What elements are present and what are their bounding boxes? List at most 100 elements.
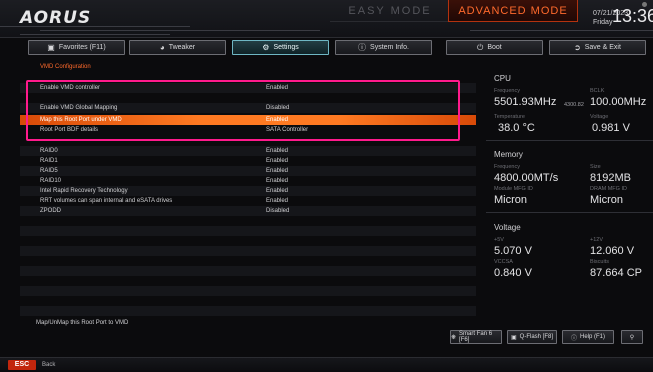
empty-row — [20, 276, 476, 286]
search-icon: ⚲ — [629, 334, 635, 341]
setting-row-rapid-recovery[interactable]: Intel Rapid Recovery Technology Enabled — [20, 186, 476, 196]
fan-icon: ❋ — [451, 334, 457, 341]
setting-value[interactable]: Enabled — [266, 166, 288, 176]
bclk-value: 100.00MHz — [590, 96, 647, 108]
empty-row — [20, 256, 476, 266]
cpu-frequency-value: 5501.93MHz — [494, 96, 557, 108]
empty-row — [20, 286, 476, 296]
chip-icon: ▣ — [510, 334, 517, 341]
empty-row — [20, 296, 476, 306]
voltage-title: Voltage — [494, 223, 521, 232]
setting-row-rrt-volumes[interactable]: RRT volumes can span internal and eSATA … — [20, 196, 476, 206]
setting-value[interactable]: Enabled — [266, 156, 288, 166]
vccsa-value: 0.840 V — [494, 267, 532, 279]
easy-mode-button[interactable]: EASY MODE — [330, 0, 450, 22]
memory-frequency-value: 4800.00MT/s — [494, 172, 559, 184]
tab-save-exit-label: Save & Exit — [584, 44, 621, 51]
footer-bar: ESC Back — [0, 357, 653, 372]
setting-label: RAID0 — [40, 148, 58, 154]
tab-system-info-label: System Info. — [370, 44, 409, 51]
tab-tweaker[interactable]: ◕ Tweaker — [129, 40, 226, 55]
tab-favorites[interactable]: ▣ Favorites (F11) — [28, 40, 125, 55]
cpu-temp-value: 38.0 °C — [498, 122, 535, 134]
cpu-frequency-label: Frequency — [494, 88, 520, 94]
highlight-annotation-box — [26, 80, 460, 141]
tab-boot[interactable]: ⏻ Boot — [446, 40, 543, 55]
back-label: Back — [42, 362, 56, 368]
advanced-mode-button[interactable]: ADVANCED MODE — [448, 0, 578, 22]
setting-label: ZPODD — [40, 208, 61, 214]
tab-system-info[interactable]: ⓘ System Info. — [335, 40, 432, 55]
setting-value[interactable]: Enabled — [266, 146, 288, 156]
setting-value[interactable]: Enabled — [266, 176, 288, 186]
section-title: VMD Configuration — [40, 64, 91, 70]
info-icon: ⓘ — [358, 43, 367, 52]
cpu-temp-label: Temperature — [494, 114, 525, 120]
empty-row — [20, 246, 476, 256]
biscuits-value: 87.664 CP — [590, 267, 642, 279]
smart-fan-button[interactable]: ❋ Smart Fan 6 [F6] — [450, 330, 502, 344]
setting-label: RRT volumes can span internal and eSATA … — [40, 198, 173, 204]
memory-size-label: Size — [590, 164, 601, 170]
tab-settings[interactable]: ⚙ Settings — [232, 40, 329, 55]
v5-value: 5.070 V — [494, 245, 532, 257]
memory-size-value: 8192MB — [590, 172, 631, 184]
setting-value[interactable]: Disabled — [266, 206, 289, 216]
cpu-voltage-value: 0.981 V — [592, 122, 630, 134]
v12-value: 12.060 V — [590, 245, 635, 257]
search-button[interactable]: ⚲ — [621, 330, 643, 344]
power-indicator-icon — [642, 2, 647, 7]
help-label: Help (F1) — [580, 334, 606, 340]
setting-row-raid10[interactable]: RAID10 Enabled — [20, 176, 476, 186]
decorative-stripes — [0, 24, 653, 36]
power-icon: ⏻ — [477, 42, 484, 52]
divider — [486, 212, 653, 213]
tab-tweaker-label: Tweaker — [168, 44, 196, 51]
module-mfg-value: Micron — [494, 194, 528, 206]
empty-row — [20, 226, 476, 236]
cpu-title: CPU — [494, 74, 511, 83]
vccsa-label: VCCSA — [494, 259, 513, 265]
dram-mfg-value: Micron — [590, 194, 624, 206]
setting-row-zpodd[interactable]: ZPODD Disabled — [20, 206, 476, 216]
empty-row — [20, 306, 476, 316]
setting-value[interactable]: Enabled — [266, 186, 288, 196]
esc-button[interactable]: ESC — [8, 360, 36, 370]
tab-favorites-label: Favorites (F11) — [58, 44, 106, 51]
setting-label: RAID1 — [40, 158, 58, 164]
setting-value[interactable]: Enabled — [266, 196, 288, 206]
empty-row — [20, 266, 476, 276]
qflash-label: Q-Flash [F8] — [519, 334, 553, 340]
star-box-icon: ▣ — [47, 43, 55, 52]
hardware-monitor-panel: CPU Frequency 5501.93MHz 4300.82 BCLK 10… — [486, 60, 653, 330]
bclk-label: BCLK — [590, 88, 605, 94]
main-tabs: ▣ Favorites (F11) ◕ Tweaker ⚙ Settings ⓘ… — [0, 40, 653, 58]
setting-row-raid5[interactable]: RAID5 Enabled — [20, 166, 476, 176]
tab-settings-label: Settings — [273, 44, 299, 51]
question-icon: ⓘ — [570, 335, 577, 342]
setting-label: RAID10 — [40, 178, 62, 184]
cpu-frequency-sub: 4300.82 — [564, 102, 584, 108]
biscuits-label: Biscuits — [590, 259, 609, 265]
setting-row-raid1[interactable]: RAID1 Enabled — [20, 156, 476, 166]
help-button[interactable]: ⓘ Help (F1) — [562, 330, 614, 344]
setting-label: RAID5 — [40, 168, 58, 174]
gear-icon: ⚙ — [262, 43, 270, 52]
module-mfg-label: Module MFG ID — [494, 186, 533, 192]
setting-label: Intel Rapid Recovery Technology — [40, 188, 128, 194]
cpu-voltage-label: Voltage — [590, 114, 609, 120]
memory-title: Memory — [494, 150, 523, 159]
empty-row — [20, 236, 476, 246]
qflash-button[interactable]: ▣ Q-Flash [F8] — [507, 330, 557, 344]
setting-description: Map/UnMap this Root Port to VMD — [36, 320, 129, 326]
tab-save-exit[interactable]: ➲ Save & Exit — [549, 40, 646, 55]
v5-label: +5V — [494, 237, 504, 243]
tab-boot-label: Boot — [487, 44, 502, 51]
memory-frequency-label: Frequency — [494, 164, 520, 170]
divider — [486, 140, 653, 141]
v12-label: +12V — [590, 237, 603, 243]
setting-row-raid0[interactable]: RAID0 Enabled — [20, 146, 476, 156]
smart-fan-label: Smart Fan 6 [F6] — [459, 331, 493, 343]
exit-icon: ➲ — [574, 43, 581, 52]
gauge-icon: ◕ — [159, 43, 165, 52]
